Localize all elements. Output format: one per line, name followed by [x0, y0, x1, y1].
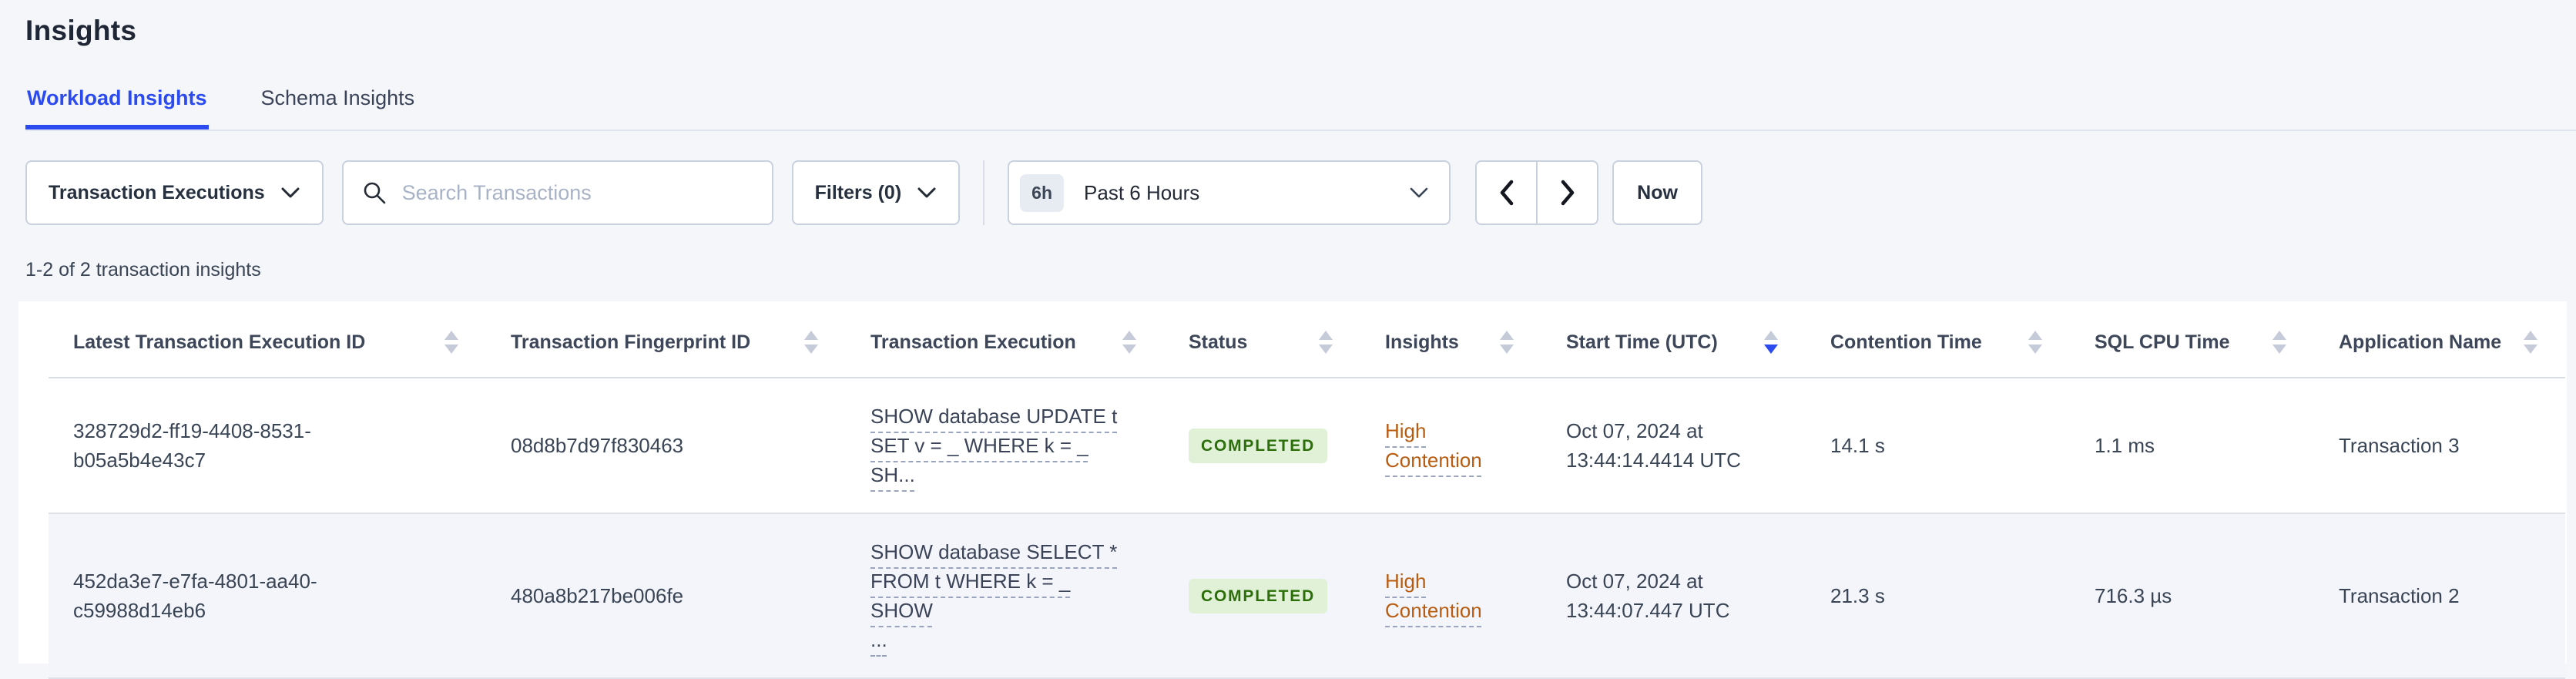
search-box [341, 160, 773, 226]
chevron-right-icon [1558, 179, 1577, 207]
sort-icon[interactable] [1319, 331, 1333, 355]
transaction-type-dropdown-label: Transaction Executions [49, 181, 265, 203]
time-range-picker[interactable]: 6h Past 6 Hours [1008, 160, 1451, 226]
table-row: 328729d2-ff19-4408-8531-b05a5b4e43c7 08d… [49, 378, 2565, 515]
transaction-type-dropdown[interactable]: Transaction Executions [25, 160, 324, 226]
cell-latest-execution-id: 452da3e7-e7fa-4801-aa40-c59988d14eb6 [49, 513, 486, 679]
tabs: Workload Insights Schema Insights [25, 85, 2576, 132]
column-header-label[interactable]: Contention Time [1830, 331, 1982, 354]
sort-icon[interactable] [2028, 331, 2042, 355]
cell-sql-cpu-time: 716.3 µs [2070, 513, 2314, 679]
status-badge: COMPLETED [1189, 578, 1328, 613]
cell-insights: High Contention [1360, 378, 1541, 515]
cell-application-name: Transaction 3 [2314, 378, 2565, 515]
cell-contention-time: 21.3 s [1806, 513, 2070, 679]
tab-schema-insights[interactable]: Schema Insights [260, 85, 417, 129]
cell-insights: High Contention [1360, 513, 1541, 679]
column-header-insights[interactable]: Insights [1360, 320, 1541, 379]
cell-status: COMPLETED [1164, 378, 1360, 515]
column-header-start-time[interactable]: Start Time (UTC) [1541, 320, 1806, 379]
cell-sql-cpu-time: 1.1 ms [2070, 378, 2314, 515]
insights-table-card: Latest Transaction Execution ID Transact… [18, 301, 2567, 679]
chevron-down-icon [280, 186, 300, 200]
sort-icon[interactable] [804, 331, 818, 355]
time-range-label: Past 6 Hours [1084, 180, 1200, 204]
toolbar: Transaction Executions Filters (0) 6h Pa… [25, 160, 2551, 226]
column-header-status[interactable]: Status [1164, 320, 1360, 379]
column-header-contention-time[interactable]: Contention Time [1806, 320, 2070, 379]
results-summary: 1-2 of 2 transaction insights [25, 259, 261, 281]
chevron-left-icon [1498, 179, 1516, 207]
time-range-arrows [1475, 160, 1599, 226]
time-next-button[interactable] [1537, 160, 1599, 226]
transaction-execution-link[interactable]: SHOW database UPDATE t SET v = _ WHERE k… [870, 405, 1117, 486]
tab-workload-insights[interactable]: Workload Insights [25, 85, 209, 129]
high-contention-link[interactable]: High Contention [1385, 419, 1482, 472]
chevron-down-icon [1409, 186, 1429, 200]
search-input[interactable] [400, 180, 753, 206]
cell-contention-time: 14.1 s [1806, 378, 2070, 515]
sort-icon[interactable] [444, 331, 458, 355]
column-header-label[interactable]: Insights [1385, 331, 1459, 354]
cell-start-time: Oct 07, 2024 at 13:44:14.4414 UTC [1541, 378, 1806, 515]
cell-transaction-execution: SHOW database SELECT * FROM t WHERE k = … [846, 513, 1164, 679]
sort-icon-active-desc[interactable] [1764, 331, 1778, 355]
cell-status: COMPLETED [1164, 513, 1360, 679]
cell-latest-execution-id: 328729d2-ff19-4408-8531-b05a5b4e43c7 [49, 378, 486, 515]
chevron-down-icon [917, 186, 937, 200]
column-header-transaction-fingerprint-id[interactable]: Transaction Fingerprint ID [486, 320, 846, 379]
cell-application-name: Transaction 2 [2314, 513, 2565, 679]
column-header-label[interactable]: Application Name [2339, 331, 2501, 354]
toolbar-divider [983, 160, 985, 226]
table-row: 452da3e7-e7fa-4801-aa40-c59988d14eb6 480… [49, 513, 2565, 679]
column-header-label[interactable]: Transaction Execution [870, 331, 1076, 354]
search-icon [362, 180, 387, 205]
time-prev-button[interactable] [1475, 160, 1538, 226]
column-header-label[interactable]: Latest Transaction Execution ID [73, 331, 365, 354]
column-header-application-name[interactable]: Application Name [2314, 320, 2565, 379]
transaction-execution-link[interactable]: SHOW database SELECT * FROM t WHERE k = … [870, 540, 1117, 651]
page-title: Insights [25, 15, 137, 46]
filters-dropdown-label: Filters (0) [814, 181, 902, 203]
filters-dropdown[interactable]: Filters (0) [791, 160, 961, 226]
sort-icon[interactable] [1500, 331, 1514, 355]
column-header-latest-transaction-execution-id[interactable]: Latest Transaction Execution ID [49, 320, 486, 379]
table-header-row: Latest Transaction Execution ID Transact… [49, 320, 2565, 379]
cell-start-time: Oct 07, 2024 at 13:44:07.447 UTC [1541, 513, 1806, 679]
high-contention-link[interactable]: High Contention [1385, 570, 1482, 622]
sort-icon[interactable] [2524, 331, 2537, 355]
column-header-sql-cpu-time[interactable]: SQL CPU Time [2070, 320, 2314, 379]
column-header-label[interactable]: Transaction Fingerprint ID [511, 331, 750, 354]
transaction-insights-table: Latest Transaction Execution ID Transact… [49, 320, 2565, 679]
column-header-label[interactable]: Start Time (UTC) [1566, 331, 1718, 354]
column-header-transaction-execution[interactable]: Transaction Execution [846, 320, 1164, 379]
cell-transaction-execution: SHOW database UPDATE t SET v = _ WHERE k… [846, 378, 1164, 515]
status-badge: COMPLETED [1189, 428, 1328, 463]
column-header-label[interactable]: Status [1189, 331, 1247, 354]
sort-icon[interactable] [1122, 331, 1136, 355]
time-range-badge: 6h [1020, 173, 1065, 212]
now-button[interactable]: Now [1612, 160, 1702, 226]
cell-fingerprint-id: 08d8b7d97f830463 [486, 378, 846, 515]
cell-fingerprint-id: 480a8b217be006fe [486, 513, 846, 679]
column-header-label[interactable]: SQL CPU Time [2095, 331, 2230, 354]
insights-page: Insights Workload Insights Schema Insigh… [0, 0, 2576, 679]
sort-icon[interactable] [2272, 331, 2286, 355]
